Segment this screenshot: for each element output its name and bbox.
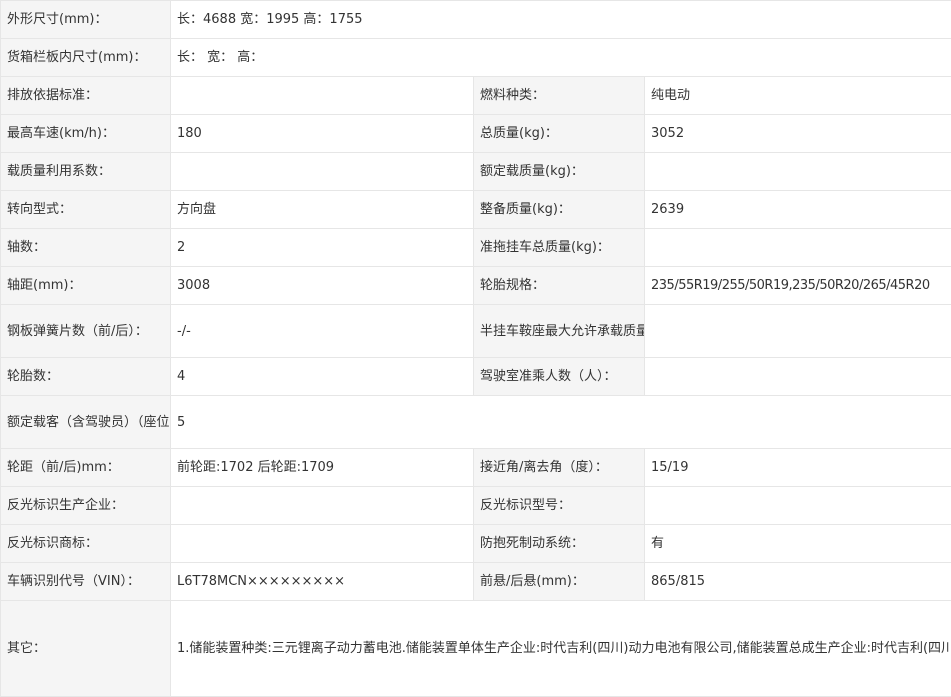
- label-dimensions: 外形尺寸(mm)：: [1, 1, 171, 39]
- value-load-utilization: [171, 153, 474, 191]
- value-cab-occupants: [645, 358, 951, 396]
- row-vin-overhang: 车辆识别代号（VIN）： L6T78MCN××××××××× 前悬/后悬(mm)…: [1, 563, 951, 601]
- value-other: 1.储能装置种类:三元锂离子动力蓄电池.储能装置单体生产企业:时代吉利(四川)动…: [171, 601, 951, 697]
- row-dimensions: 外形尺寸(mm)： 长：4688 宽：1995 高：1755: [1, 1, 951, 39]
- label-wheelbase: 轴距(mm)：: [1, 267, 171, 305]
- row-emission-fuel: 排放依据标准： 燃料种类： 纯电动: [1, 77, 951, 115]
- row-wheelbase-tires: 轴距(mm)： 3008 轮胎规格： 235/55R19/255/50R19,2…: [1, 267, 951, 305]
- label-abs: 防抱死制动系统：: [474, 525, 645, 563]
- value-tire-spec: 235/55R19/255/50R19,235/50R20/265/45R20: [645, 267, 951, 305]
- value-axle-count: 2: [171, 229, 474, 267]
- value-reflective-model: [645, 487, 951, 525]
- value-overhang: 865/815: [645, 563, 951, 601]
- label-cargo-box-dimensions: 货箱栏板内尺寸(mm)：: [1, 39, 171, 77]
- value-rated-load: [645, 153, 951, 191]
- label-tire-spec: 轮胎规格：: [474, 267, 645, 305]
- label-rated-passengers: 额定载客（含驾驶员）（座位数）：: [1, 396, 171, 449]
- row-seating: 额定载客（含驾驶员）（座位数）： 5: [1, 396, 951, 449]
- label-overhang: 前悬/后悬(mm)：: [474, 563, 645, 601]
- value-tire-count: 4: [171, 358, 474, 396]
- row-steering-curb: 转向型式： 方向盘 整备质量(kg)： 2639: [1, 191, 951, 229]
- value-approach-departure: 15/19: [645, 449, 951, 487]
- label-max-speed: 最高车速(km/h)：: [1, 115, 171, 153]
- value-trailer-mass: [645, 229, 951, 267]
- label-load-utilization: 载质量利用系数：: [1, 153, 171, 191]
- value-reflective-maker: [171, 487, 474, 525]
- value-saddle-load: [645, 305, 951, 358]
- value-steering-type: 方向盘: [171, 191, 474, 229]
- row-other: 其它： 1.储能装置种类:三元锂离子动力蓄电池.储能装置单体生产企业:时代吉利(…: [1, 601, 951, 697]
- value-leaf-springs: -/-: [171, 305, 474, 358]
- label-tire-count: 轮胎数：: [1, 358, 171, 396]
- value-emission-standard: [171, 77, 474, 115]
- value-reflective-brand: [171, 525, 474, 563]
- vehicle-spec-table: 外形尺寸(mm)： 长：4688 宽：1995 高：1755 货箱栏板内尺寸(m…: [0, 0, 951, 697]
- label-reflective-maker: 反光标识生产企业：: [1, 487, 171, 525]
- label-reflective-model: 反光标识型号：: [474, 487, 645, 525]
- row-springs-saddle: 钢板弹簧片数（前/后）： -/- 半挂车鞍座最大允许承载质量(kg)：: [1, 305, 951, 358]
- row-load-factor: 载质量利用系数： 额定载质量(kg)：: [1, 153, 951, 191]
- label-rated-load: 额定载质量(kg)：: [474, 153, 645, 191]
- value-wheelbase: 3008: [171, 267, 474, 305]
- label-reflective-brand: 反光标识商标：: [1, 525, 171, 563]
- value-track-width: 前轮距:1702 后轮距:1709: [171, 449, 474, 487]
- value-fuel-type: 纯电动: [645, 77, 951, 115]
- value-max-speed: 180: [171, 115, 474, 153]
- value-vin: L6T78MCN×××××××××: [171, 563, 474, 601]
- label-vin: 车辆识别代号（VIN）：: [1, 563, 171, 601]
- label-fuel-type: 燃料种类：: [474, 77, 645, 115]
- label-saddle-load: 半挂车鞍座最大允许承载质量(kg)：: [474, 305, 645, 358]
- label-cab-occupants: 驾驶室准乘人数（人）：: [474, 358, 645, 396]
- row-reflective-brand: 反光标识商标： 防抱死制动系统： 有: [1, 525, 951, 563]
- label-curb-mass: 整备质量(kg)：: [474, 191, 645, 229]
- row-track-angles: 轮距（前/后)mm： 前轮距:1702 后轮距:1709 接近角/离去角（度）：…: [1, 449, 951, 487]
- value-curb-mass: 2639: [645, 191, 951, 229]
- value-cargo-box-dimensions: 长： 宽： 高：: [171, 39, 951, 77]
- row-axles-trailer: 轴数： 2 准拖挂车总质量(kg)：: [1, 229, 951, 267]
- value-abs: 有: [645, 525, 951, 563]
- value-dimensions: 长：4688 宽：1995 高：1755: [171, 1, 951, 39]
- label-track-width: 轮距（前/后)mm：: [1, 449, 171, 487]
- label-steering-type: 转向型式：: [1, 191, 171, 229]
- label-other: 其它：: [1, 601, 171, 697]
- label-trailer-mass: 准拖挂车总质量(kg)：: [474, 229, 645, 267]
- label-emission-standard: 排放依据标准：: [1, 77, 171, 115]
- label-axle-count: 轴数：: [1, 229, 171, 267]
- row-reflective-maker: 反光标识生产企业： 反光标识型号：: [1, 487, 951, 525]
- label-total-mass: 总质量(kg)：: [474, 115, 645, 153]
- label-leaf-springs: 钢板弹簧片数（前/后）：: [1, 305, 171, 358]
- row-tires-cab: 轮胎数： 4 驾驶室准乘人数（人）：: [1, 358, 951, 396]
- value-total-mass: 3052: [645, 115, 951, 153]
- value-rated-passengers: 5: [171, 396, 951, 449]
- row-speed-mass: 最高车速(km/h)： 180 总质量(kg)： 3052: [1, 115, 951, 153]
- row-cargo-box-dimensions: 货箱栏板内尺寸(mm)： 长： 宽： 高：: [1, 39, 951, 77]
- label-approach-departure: 接近角/离去角（度）：: [474, 449, 645, 487]
